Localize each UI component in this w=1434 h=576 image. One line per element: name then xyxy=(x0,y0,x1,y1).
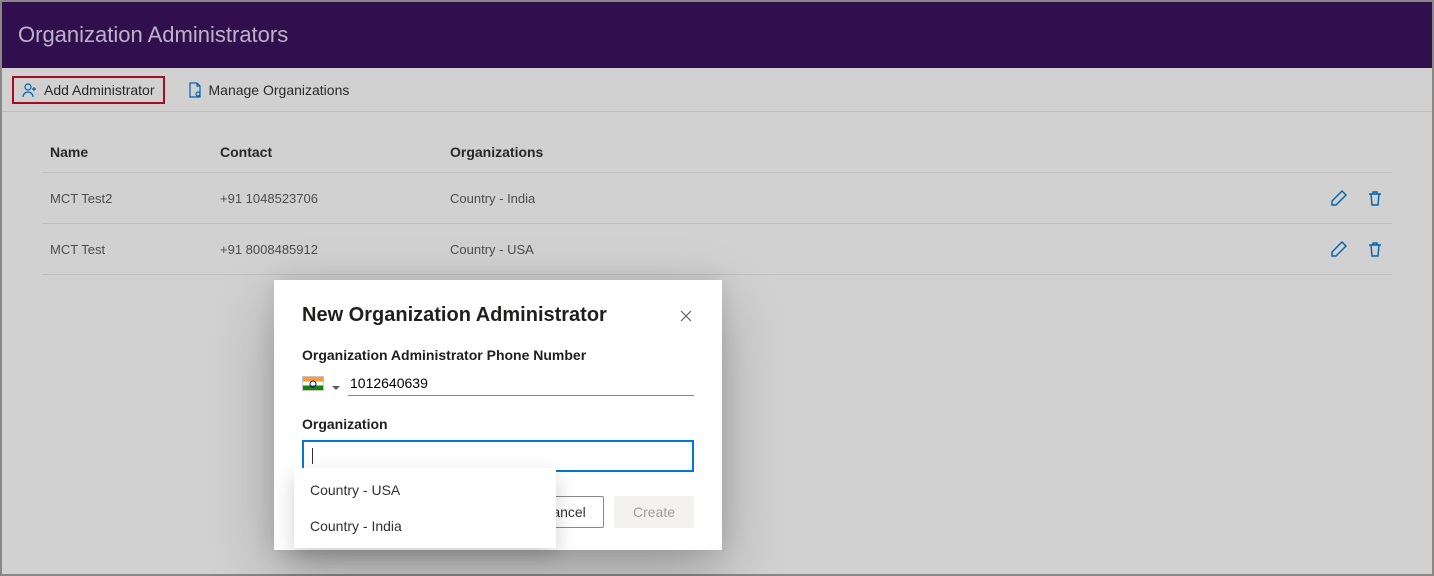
chevron-down-icon[interactable] xyxy=(332,380,340,388)
toolbar: Add Administrator Manage Organizations xyxy=(2,68,1432,112)
trash-icon[interactable] xyxy=(1366,240,1384,258)
person-add-icon xyxy=(22,82,38,98)
add-administrator-button[interactable]: Add Administrator xyxy=(12,76,165,104)
text-caret xyxy=(312,448,313,464)
phone-input[interactable] xyxy=(348,371,694,396)
col-header-orgs[interactable]: Organizations xyxy=(442,132,1272,173)
phone-label: Organization Administrator Phone Number xyxy=(302,347,694,363)
add-administrator-label: Add Administrator xyxy=(44,82,155,98)
table-row[interactable]: MCT Test2 +91 1048523706 Country - India xyxy=(42,173,1392,224)
organization-label: Organization xyxy=(302,416,694,432)
administrators-table: Name Contact Organizations MCT Test2 +91… xyxy=(42,132,1392,275)
dialog-title: New Organization Administrator xyxy=(302,304,607,327)
administrators-table-wrap: Name Contact Organizations MCT Test2 +91… xyxy=(2,112,1432,275)
org-doc-icon xyxy=(187,82,203,98)
cell-name: MCT Test2 xyxy=(50,191,112,206)
suggestion-label: Country - USA xyxy=(310,482,400,498)
cell-orgs: Country - India xyxy=(450,191,535,206)
pencil-icon[interactable] xyxy=(1330,240,1348,258)
suggestion-item[interactable]: Country - India xyxy=(294,508,556,544)
pencil-icon[interactable] xyxy=(1330,189,1348,207)
suggestion-label: Country - India xyxy=(310,518,402,534)
page-title: Organization Administrators xyxy=(18,22,288,48)
table-row[interactable]: MCT Test +91 8008485912 Country - USA xyxy=(42,224,1392,275)
cell-contact: +91 1048523706 xyxy=(220,191,318,206)
trash-icon[interactable] xyxy=(1366,189,1384,207)
create-label: Create xyxy=(633,504,675,520)
col-header-contact[interactable]: Contact xyxy=(212,132,442,173)
page-header: Organization Administrators xyxy=(2,2,1432,68)
manage-organizations-label: Manage Organizations xyxy=(209,82,350,98)
col-header-actions xyxy=(1272,132,1392,173)
create-button[interactable]: Create xyxy=(614,496,694,528)
country-flag-india[interactable] xyxy=(302,376,324,391)
close-icon[interactable] xyxy=(678,308,694,324)
organization-suggestions: Country - USA Country - India xyxy=(294,468,556,548)
suggestion-item[interactable]: Country - USA xyxy=(294,472,556,508)
cell-orgs: Country - USA xyxy=(450,242,534,257)
cell-name: MCT Test xyxy=(50,242,105,257)
col-header-name[interactable]: Name xyxy=(42,132,212,173)
manage-organizations-button[interactable]: Manage Organizations xyxy=(177,76,360,104)
cell-contact: +91 8008485912 xyxy=(220,242,318,257)
